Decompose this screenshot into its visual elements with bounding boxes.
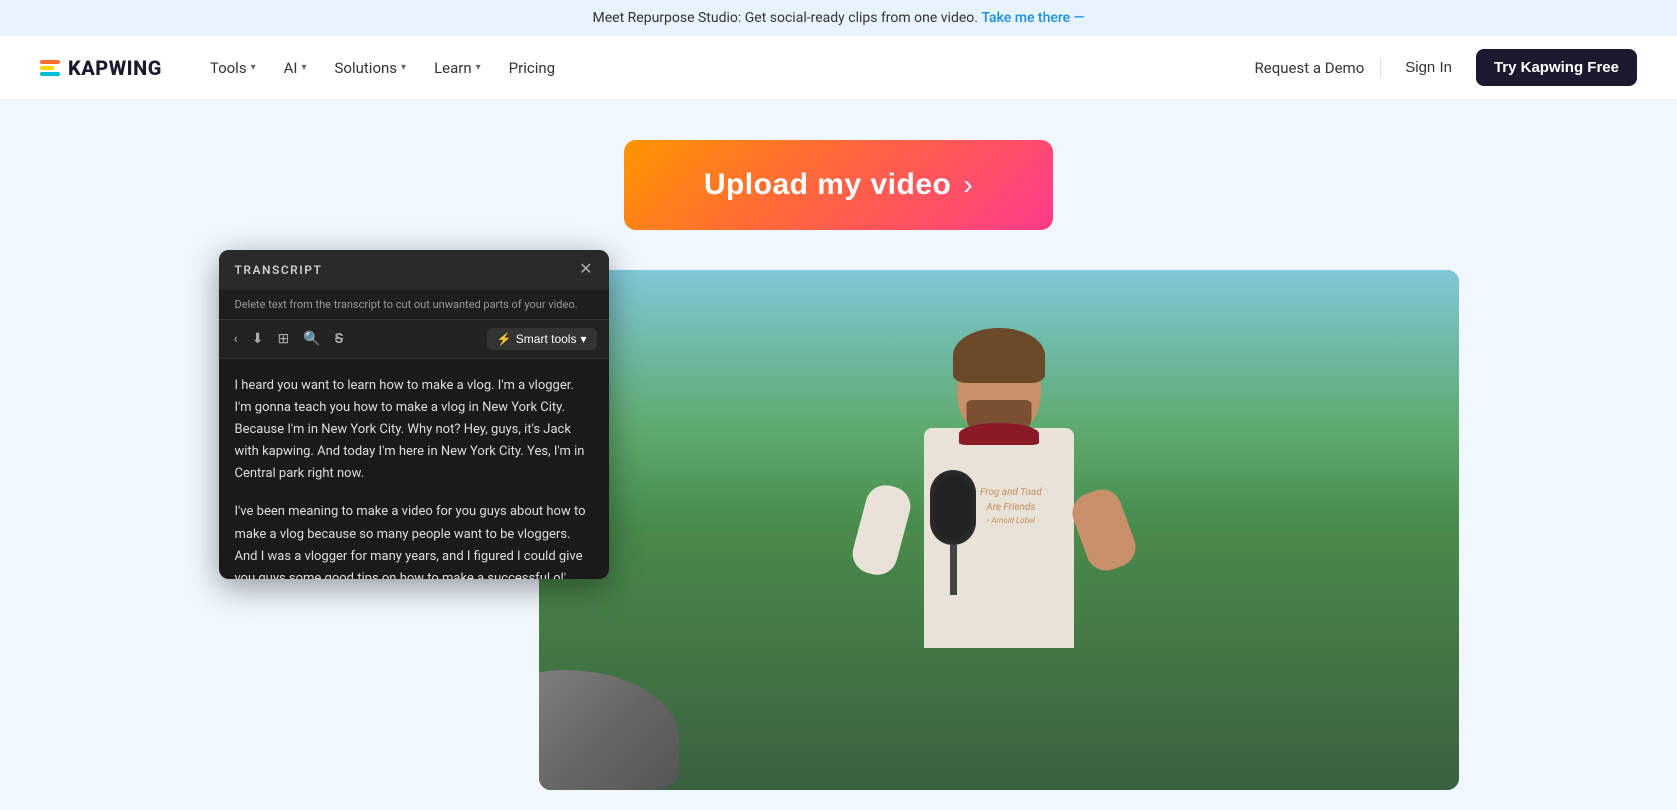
- person-left-arm: [848, 481, 915, 580]
- learn-chevron-icon: ▾: [476, 62, 481, 73]
- nav-item-ai[interactable]: AI ▾: [272, 51, 319, 85]
- layout-icon[interactable]: ⊞: [274, 328, 292, 350]
- nav-divider: [1380, 58, 1381, 78]
- upload-chevron-icon: ›: [963, 169, 973, 201]
- smart-tools-button[interactable]: ⚡ Smart tools ▾: [487, 328, 597, 350]
- nav-item-learn[interactable]: Learn ▾: [422, 51, 493, 85]
- nav-item-solutions[interactable]: Solutions ▾: [323, 51, 419, 85]
- banner-text: Meet Repurpose Studio: Get social-ready …: [593, 10, 978, 26]
- shirt-line2: Are Friends: [980, 500, 1042, 515]
- person-figure: Frog and Toad Are Friends • Arnold Lobel: [839, 310, 1159, 790]
- sign-in-button[interactable]: Sign In: [1393, 51, 1464, 84]
- transcript-header: TRANSCRIPT ✕: [219, 250, 609, 290]
- transcript-title: TRANSCRIPT: [235, 263, 323, 277]
- logo-text: KAPWING: [68, 56, 162, 80]
- download-icon[interactable]: ⬇: [249, 328, 267, 350]
- logo-bar-yellow: [40, 66, 54, 70]
- transcript-body: I heard you want to learn how to make a …: [219, 359, 609, 579]
- strikethrough-icon[interactable]: S: [332, 328, 347, 350]
- mic-stand: [950, 545, 957, 595]
- shirt-line1: Frog and Toad: [980, 485, 1042, 500]
- logo-bar-blue: [40, 72, 60, 76]
- main-content: Upload my video › TRANSCRIPT ✕ Delete te…: [0, 100, 1677, 810]
- transcript-hint: Delete text from the transcript to cut o…: [219, 290, 609, 320]
- transcript-panel: TRANSCRIPT ✕ Delete text from the transc…: [219, 250, 609, 579]
- tools-chevron-icon: ▾: [251, 62, 256, 73]
- shirt-text: Frog and Toad Are Friends • Arnold Lobel: [980, 485, 1042, 527]
- upload-button-label: Upload my video: [704, 168, 952, 202]
- back-icon[interactable]: ‹: [231, 328, 241, 350]
- shirt-collar: [959, 423, 1039, 445]
- ai-chevron-icon: ▾: [301, 62, 306, 73]
- lightning-icon: ⚡: [497, 332, 512, 346]
- video-area: TRANSCRIPT ✕ Delete text from the transc…: [219, 270, 1459, 790]
- transcript-paragraph-2: I've been meaning to make a video for yo…: [235, 501, 593, 579]
- solutions-chevron-icon: ▾: [401, 62, 406, 73]
- smart-tools-chevron-icon: ▾: [580, 332, 586, 346]
- navbar: KAPWING Tools ▾ AI ▾ Solutions ▾ Learn ▾…: [0, 36, 1677, 100]
- request-demo-link[interactable]: Request a Demo: [1251, 51, 1369, 85]
- top-banner: Meet Repurpose Studio: Get social-ready …: [0, 0, 1677, 36]
- nav-links: Tools ▾ AI ▾ Solutions ▾ Learn ▾ Pricing: [198, 51, 1251, 85]
- try-kapwing-button[interactable]: Try Kapwing Free: [1476, 49, 1637, 86]
- search-icon[interactable]: 🔍: [300, 328, 323, 350]
- transcript-toolbar: ‹ ⬇ ⊞ 🔍 S ⚡ Smart tools ▾: [219, 320, 609, 359]
- nav-item-tools[interactable]: Tools ▾: [198, 51, 268, 85]
- person-hair: [953, 328, 1045, 383]
- banner-link[interactable]: Take me there —: [981, 10, 1084, 26]
- upload-video-button[interactable]: Upload my video ›: [624, 140, 1053, 230]
- logo-bar-red: [40, 60, 60, 64]
- nav-right: Request a Demo Sign In Try Kapwing Free: [1251, 49, 1637, 86]
- transcript-close-button[interactable]: ✕: [579, 262, 592, 278]
- nav-item-pricing[interactable]: Pricing: [497, 51, 567, 85]
- mic-head: [930, 470, 976, 545]
- logo-icon: [40, 60, 60, 76]
- video-frame: Frog and Toad Are Friends • Arnold Lobel: [539, 270, 1459, 790]
- transcript-paragraph-1: I heard you want to learn how to make a …: [235, 375, 593, 485]
- microphone: [928, 470, 978, 590]
- shirt-line3: • Arnold Lobel: [980, 515, 1042, 527]
- logo[interactable]: KAPWING: [40, 56, 162, 80]
- smart-tools-label: Smart tools: [516, 332, 577, 346]
- person-right-arm: [1066, 484, 1140, 576]
